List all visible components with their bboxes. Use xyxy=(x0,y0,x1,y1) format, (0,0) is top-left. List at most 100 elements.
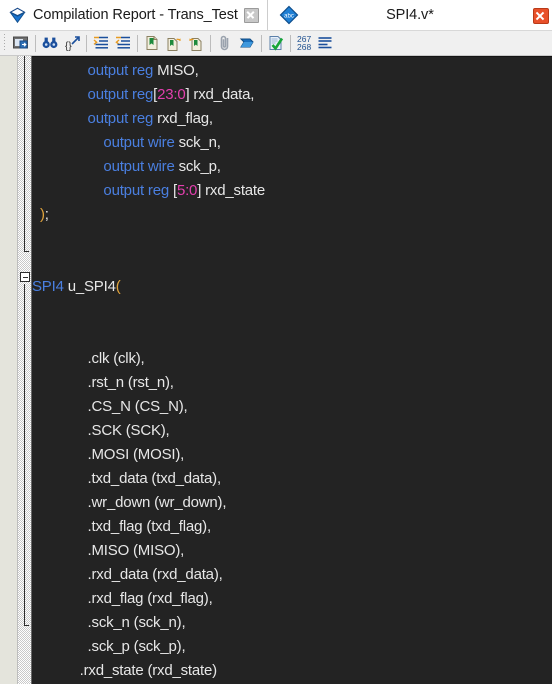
code-token: reg xyxy=(132,86,154,103)
tab-bar: Compilation Report - Trans_Test abc SPI4… xyxy=(0,0,552,31)
attach-file-icon[interactable] xyxy=(214,32,236,54)
editor-left-margin[interactable] xyxy=(0,56,18,684)
code-line[interactable]: output wire sck_p, xyxy=(32,155,552,179)
code-token: 23:0 xyxy=(157,86,186,103)
tab-spi4-v[interactable]: abc SPI4.v* xyxy=(267,0,552,30)
code-token: .wr_down (wr_down), xyxy=(87,494,227,511)
code-token: .sck_p (sck_p), xyxy=(87,638,186,655)
code-line[interactable]: .clk (clk), xyxy=(32,347,552,371)
code-token: rxd_data, xyxy=(189,86,255,103)
next-bookmark-icon[interactable] xyxy=(163,32,185,54)
bookmark-icon[interactable] xyxy=(141,32,163,54)
toolbar-separator xyxy=(290,34,291,52)
code-line[interactable] xyxy=(32,227,552,251)
svg-text:abc: abc xyxy=(284,14,294,20)
code-token: output xyxy=(103,134,144,151)
toolbar-grip[interactable] xyxy=(2,34,8,52)
code-line[interactable]: .sck_p (sck_p), xyxy=(32,635,552,659)
check-syntax-icon[interactable] xyxy=(265,32,287,54)
show-all-lines-icon[interactable] xyxy=(314,32,336,54)
analyze-file-icon[interactable] xyxy=(236,32,258,54)
code-token: rxd_state xyxy=(201,182,266,199)
code-editor[interactable]: output reg MISO, output reg[23:0] rxd_da… xyxy=(0,56,552,684)
code-token: sck_n, xyxy=(174,134,221,151)
code-line[interactable]: .CS_N (CS_N), xyxy=(32,395,552,419)
code-token: output xyxy=(103,182,144,199)
code-line[interactable]: output reg [5:0] rxd_state xyxy=(32,179,552,203)
close-icon[interactable] xyxy=(243,7,259,23)
code-token: sck_p, xyxy=(174,158,221,175)
code-token: .clk (clk), xyxy=(87,350,145,367)
code-token: .rst_n (rst_n), xyxy=(87,374,174,391)
code-token: u_SPI4 xyxy=(63,278,116,295)
tab-label: Compilation Report - Trans_Test xyxy=(33,7,238,23)
code-token: reg xyxy=(132,110,154,127)
editor-top-divider xyxy=(32,56,552,57)
code-line[interactable]: .txd_data (txd_data), xyxy=(32,467,552,491)
abc-verilog-icon: abc xyxy=(278,4,300,26)
code-token: 5:0 xyxy=(176,182,198,199)
code-token: .MOSI (MOSI), xyxy=(87,446,185,463)
fold-line-module-ports xyxy=(24,56,29,252)
code-line[interactable]: output reg[23:0] rxd_data, xyxy=(32,83,552,107)
code-token: output xyxy=(103,158,144,175)
svg-text:{}: {} xyxy=(65,41,72,52)
code-line[interactable]: .wr_down (wr_down), xyxy=(32,491,552,515)
code-token: wire xyxy=(147,158,175,175)
editor-toolbar: {} 267 268 xyxy=(0,31,552,56)
code-line[interactable]: .rst_n (rst_n), xyxy=(32,371,552,395)
code-folding-gutter[interactable] xyxy=(18,56,32,684)
code-line[interactable] xyxy=(32,323,552,347)
code-token: reg xyxy=(132,62,154,79)
code-line[interactable]: .rxd_state (rxd_state) xyxy=(32,659,552,683)
code-token: .SCK (SCK), xyxy=(87,422,170,439)
code-token: .sck_n (sck_n), xyxy=(87,614,186,631)
toolbar-separator xyxy=(210,34,211,52)
code-line[interactable]: output wire sck_n, xyxy=(32,131,552,155)
decrease-indent-icon[interactable] xyxy=(112,32,134,54)
fold-toggle-instance[interactable] xyxy=(20,272,30,282)
code-content[interactable]: output reg MISO, output reg[23:0] rxd_da… xyxy=(32,56,552,684)
code-line[interactable]: .txd_flag (txd_flag), xyxy=(32,515,552,539)
tab-label: SPI4.v* xyxy=(386,7,434,23)
insert-template-icon[interactable] xyxy=(10,32,32,54)
code-token: MISO, xyxy=(153,62,199,79)
code-line[interactable]: output reg rxd_flag, xyxy=(32,107,552,131)
code-token: SPI4 xyxy=(32,278,64,295)
toolbar-separator xyxy=(137,34,138,52)
code-line[interactable]: .sck_n (sck_n), xyxy=(32,611,552,635)
code-token: output xyxy=(87,86,129,103)
code-line[interactable]: SPI4 u_SPI4( xyxy=(32,275,552,299)
code-token: reg xyxy=(147,182,169,199)
code-line[interactable] xyxy=(32,251,552,275)
report-icon xyxy=(8,6,27,25)
code-line[interactable]: .rxd_flag (rxd_flag), xyxy=(32,587,552,611)
code-line[interactable]: output reg MISO, xyxy=(32,59,552,83)
code-token: ( xyxy=(115,278,121,295)
code-token: wire xyxy=(147,134,175,151)
fold-line-instance xyxy=(24,284,29,626)
code-line[interactable]: .MISO (MISO), xyxy=(32,539,552,563)
code-line[interactable]: ); xyxy=(32,203,552,227)
previous-bookmark-icon[interactable] xyxy=(185,32,207,54)
increase-indent-icon[interactable] xyxy=(90,32,112,54)
code-line[interactable]: .MOSI (MOSI), xyxy=(32,443,552,467)
find-icon[interactable] xyxy=(39,32,61,54)
code-line[interactable]: .SCK (SCK), xyxy=(32,419,552,443)
code-token: .CS_N (CS_N), xyxy=(87,398,188,415)
code-token: rxd_flag, xyxy=(153,110,213,127)
code-token: output xyxy=(87,62,129,79)
line-number-bottom: 268 xyxy=(297,42,312,52)
close-icon[interactable] xyxy=(533,8,549,24)
tab-compilation-report[interactable]: Compilation Report - Trans_Test xyxy=(0,0,268,30)
goto-matching-brace-icon[interactable]: {} xyxy=(61,32,83,54)
code-token: .rxd_state (rxd_state) xyxy=(79,662,218,679)
line-number-indicator: 267 268 xyxy=(294,34,314,52)
code-token: [ xyxy=(169,182,177,199)
toolbar-separator xyxy=(86,34,87,52)
code-line[interactable] xyxy=(32,299,552,323)
code-token: .txd_flag (txd_flag), xyxy=(87,518,212,535)
code-line[interactable]: .rxd_data (rxd_data), xyxy=(32,563,552,587)
code-token: output xyxy=(87,110,129,127)
toolbar-separator xyxy=(35,34,36,52)
